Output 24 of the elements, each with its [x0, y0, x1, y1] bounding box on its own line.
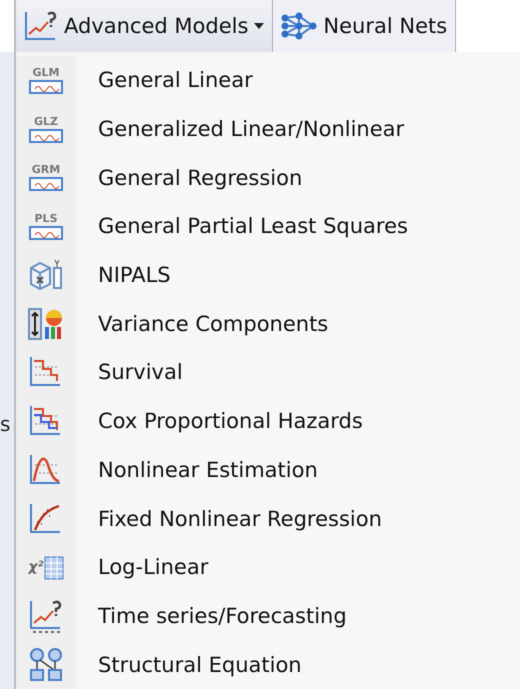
network-icon — [281, 12, 318, 40]
menu-item[interactable]: Fixed Nonlinear Regression — [16, 494, 520, 543]
menu-item[interactable]: GLZ Generalized Linear/Nonlinear — [16, 104, 520, 154]
trend-chart-icon — [24, 10, 58, 42]
menu-item[interactable]: GRM General Regression — [16, 153, 520, 202]
menu-item[interactable]: χ² Log-Linear — [16, 542, 520, 592]
menu-item[interactable]: Nonlinear Estimation — [16, 446, 520, 494]
trend-chart-icon — [29, 598, 63, 633]
cube-icon — [28, 258, 64, 292]
peak-curve-icon — [29, 452, 63, 487]
menu-item[interactable]: Time series/Forecasting — [16, 592, 520, 640]
scatter-curve-icon — [29, 502, 63, 536]
background-text: s — [0, 412, 10, 436]
toolbar-tab[interactable]: Advanced Models — [16, 0, 274, 52]
menu-item[interactable]: Structural Equation — [16, 640, 520, 689]
menu-item[interactable]: Survival — [16, 348, 520, 397]
menu-item[interactable]: PLS General Partial Least Squares — [16, 202, 520, 251]
path-diagram-icon — [28, 648, 64, 682]
menu-item[interactable]: NIPALS — [16, 250, 520, 300]
menu-item[interactable]: Variance Components — [16, 299, 520, 348]
menu-item[interactable]: GLM General Linear — [16, 56, 520, 105]
menu-item[interactable]: Cox Proportional Hazards — [16, 396, 520, 446]
toolbar-tab[interactable]: Neural Nets — [273, 0, 456, 52]
variance-components-icon — [28, 306, 64, 341]
